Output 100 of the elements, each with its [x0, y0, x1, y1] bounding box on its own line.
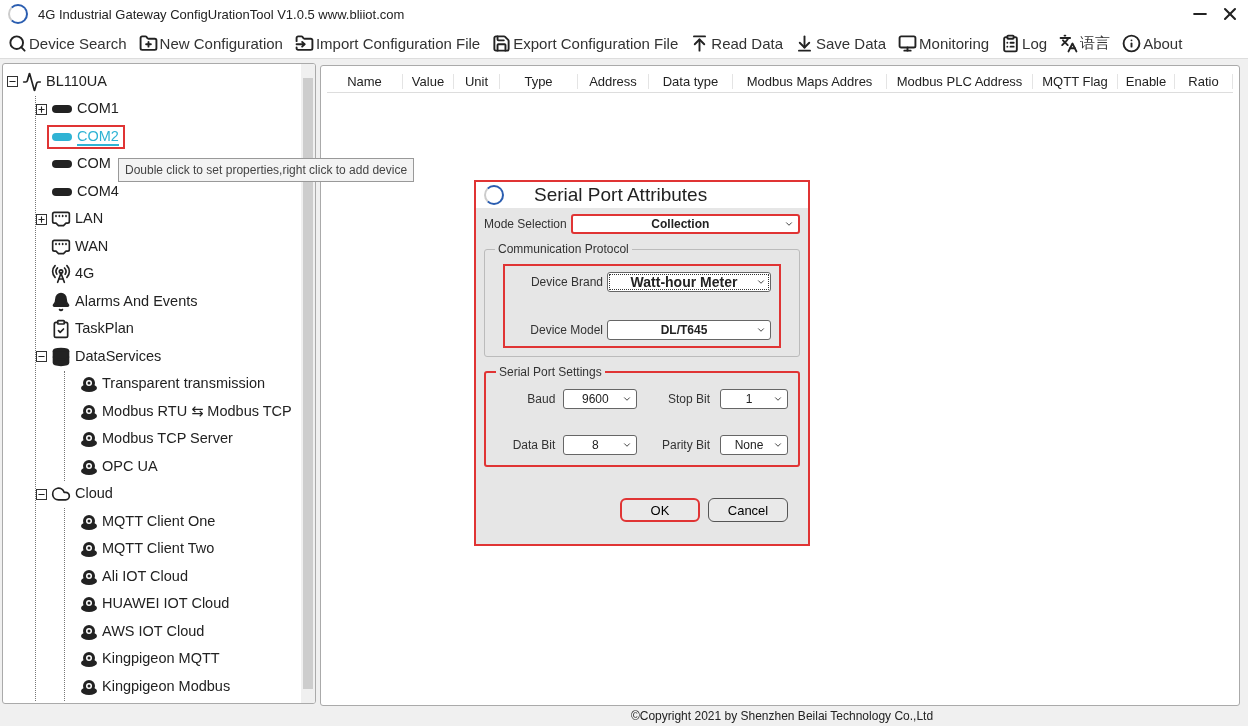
dialog-button[interactable]: Cancel: [708, 498, 788, 522]
toolbar-button[interactable]: Save Data: [793, 33, 889, 53]
toolbar-button[interactable]: 语言: [1057, 33, 1113, 53]
tree-item[interactable]: MQTT Client One: [102, 512, 216, 531]
tree-item[interactable]: 4G: [75, 265, 95, 284]
field-label: Mode Selection: [484, 217, 567, 231]
disc-icon: [80, 457, 98, 476]
chevron-down-icon: [773, 394, 783, 404]
copyright-text: ©Copyright 2021 by Shenzhen Beilai Technology Co.,Ltd: [630, 709, 934, 723]
tree-item[interactable]: COM1: [77, 100, 119, 119]
tooltip: Double click to set properties,right click to add device: [118, 158, 415, 182]
tree-item[interactable]: Alarms And Events: [75, 292, 198, 311]
field-label: Stop Bit: [667, 392, 710, 406]
tree-item[interactable]: TaskPlan: [75, 320, 134, 339]
toolbar-button[interactable]: Import Configuration File: [292, 33, 483, 53]
field-label: Device Brand: [530, 275, 603, 289]
disc-icon: [80, 595, 98, 614]
column-header[interactable]: Modbus PLC Address: [887, 73, 1033, 89]
tree-item[interactable]: Modbus RTU ⇆ Modbus TCP: [102, 402, 292, 421]
chevron-down-icon: [622, 394, 633, 404]
expander-toggle[interactable]: [36, 351, 47, 363]
tree-item[interactable]: Kingpigeon Modbus: [102, 677, 231, 696]
toolbar-button[interactable]: Export Configuration File: [490, 33, 681, 53]
disc-icon: [80, 430, 98, 449]
column-header[interactable]: Data type: [649, 73, 733, 89]
expander-toggle[interactable]: [36, 103, 47, 115]
tree-item[interactable]: Ali IOT Cloud: [102, 567, 188, 586]
toolbar-button[interactable]: Read Data: [688, 33, 785, 53]
tree-item[interactable]: MQTT Client Two: [102, 540, 215, 559]
dropdown[interactable]: 1: [720, 389, 788, 409]
toolbar-button[interactable]: Device Search: [6, 33, 129, 53]
import-icon: [294, 33, 314, 53]
disc-icon: [80, 622, 98, 641]
column-header[interactable]: MQTT Flag: [1033, 73, 1118, 89]
radio-tower-icon: [51, 264, 71, 285]
tree-item[interactable]: COM4: [77, 182, 119, 201]
dialog-button[interactable]: OK: [620, 498, 700, 522]
window-title: 4G Industrial Gateway ConfigUrationTool V1.0.5 www.bliiot.com: [38, 6, 406, 22]
field-label: Parity Bit: [662, 438, 710, 452]
chevron-down-icon: [773, 440, 783, 450]
clipboard-icon: [51, 319, 71, 340]
tree-item[interactable]: Transparent transmission: [102, 375, 266, 394]
tree-item[interactable]: Modbus TCP Server: [102, 430, 233, 449]
chevron-down-icon: [784, 219, 794, 229]
column-header[interactable]: Address: [578, 73, 649, 89]
toolbar-button[interactable]: New Configuration: [136, 33, 285, 53]
toolbar-button[interactable]: Monitoring: [896, 33, 992, 53]
expander-toggle[interactable]: [36, 213, 47, 225]
tree-item[interactable]: BL110UA: [46, 72, 107, 91]
database-icon: [51, 346, 71, 367]
disc-icon: [80, 567, 98, 586]
dropdown[interactable]: DL/T645: [607, 320, 771, 340]
tree-item[interactable]: Kingpigeon MQTT: [102, 650, 220, 669]
column-header[interactable]: Type: [500, 73, 578, 89]
monitor-icon: [898, 33, 918, 53]
column-header[interactable]: Value: [403, 73, 454, 89]
dropdown[interactable]: 9600: [563, 389, 638, 409]
about-icon: [1122, 33, 1142, 53]
tree-item[interactable]: WAN: [75, 237, 109, 256]
group-title: Serial Port Settings: [498, 365, 603, 379]
dialog-title: Serial Port Attributes: [534, 184, 708, 206]
disc-icon: [80, 650, 98, 669]
toolbar-button[interactable]: About: [1120, 33, 1185, 53]
disc-icon: [80, 375, 98, 394]
dropdown[interactable]: None: [720, 435, 788, 455]
column-header[interactable]: Ratio: [1175, 73, 1233, 89]
log-icon: [1001, 33, 1021, 53]
expander-toggle[interactable]: [7, 76, 18, 88]
tree-item[interactable]: OPC UA: [102, 457, 158, 476]
tree-item[interactable]: DataServices: [75, 347, 162, 366]
disc-icon: [80, 512, 98, 531]
column-header[interactable]: Enable: [1118, 73, 1175, 89]
dropdown[interactable]: Watt-hour Meter: [607, 272, 771, 292]
chevron-down-icon: [756, 277, 766, 287]
column-header[interactable]: Unit: [454, 73, 500, 89]
tree-item[interactable]: LAN: [75, 210, 104, 229]
toolbar-button[interactable]: Log: [999, 33, 1050, 53]
tree-item[interactable]: HUAWEI IOT Cloud: [102, 595, 230, 614]
field-label: Baud: [527, 392, 556, 406]
expander-toggle[interactable]: [36, 488, 47, 500]
search-icon: [8, 33, 27, 53]
chevron-down-icon: [756, 325, 766, 335]
tree-item[interactable]: COM: [77, 155, 111, 174]
column-header[interactable]: Name: [327, 73, 403, 89]
disc-icon: [80, 402, 98, 421]
dropdown[interactable]: 8: [563, 435, 638, 455]
disc-icon: [80, 677, 98, 696]
tree-item[interactable]: AWS IOT Cloud: [102, 622, 205, 641]
dropdown[interactable]: Collection: [570, 214, 800, 234]
disc-icon: [80, 540, 98, 559]
group-title: Communication Protocol: [497, 242, 630, 256]
app-logo: [8, 4, 28, 24]
plus-icon: [37, 104, 46, 114]
tree-item[interactable]: Cloud: [75, 485, 113, 504]
dialog-logo: [484, 185, 504, 205]
language-icon: [1059, 33, 1079, 53]
serial-port-icon: [51, 131, 73, 142]
column-header[interactable]: Modbus Maps Addres: [733, 73, 887, 89]
field-label: Device Model: [530, 323, 603, 337]
ethernet-port-icon: [51, 209, 71, 230]
